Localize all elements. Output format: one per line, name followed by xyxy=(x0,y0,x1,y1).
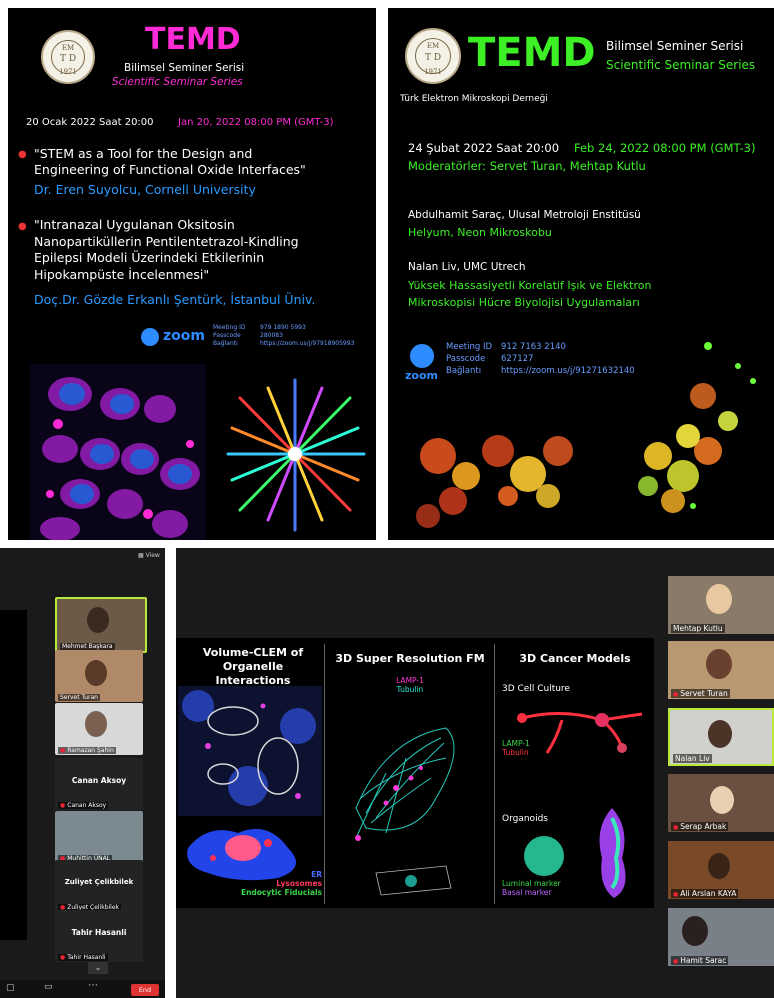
end-button[interactable]: End xyxy=(131,984,159,996)
avatar xyxy=(706,584,732,614)
talk-title: "Intranazal Uygulanan Oksitosin Nanopart… xyxy=(34,217,299,282)
cells-image xyxy=(416,342,756,528)
chevron-down-icon[interactable]: ⌄ xyxy=(88,962,108,974)
mic-muted-icon: ● xyxy=(673,824,679,831)
poster-series-en: Scientific Seminar Series xyxy=(606,58,756,72)
col2-legend: LAMP-1 Tubulin xyxy=(396,676,424,694)
talk-title: "STEM as a Tool for the Design and Engin… xyxy=(34,146,306,177)
participant-tile[interactable]: Zuliyet Çelikbilek ● Zuliyet Çelikbilek xyxy=(55,860,143,912)
avatar xyxy=(708,720,732,748)
temd-logo: EM T D 1971 xyxy=(405,28,461,84)
slide-divider xyxy=(324,644,325,904)
poster-date-tr: 20 Ocak 2022 Saat 20:00 xyxy=(26,117,154,128)
talk-1: Helyum, Neon Mikroskobu xyxy=(408,226,552,239)
share-screen-icon[interactable]: ▭ xyxy=(44,982,53,992)
talk-2: Yüksek Hassasiyetli Korelatif Işık ve El… xyxy=(408,279,652,309)
poster-brand: TEMD xyxy=(468,30,596,76)
avatar xyxy=(708,853,730,879)
mic-muted-icon: ● xyxy=(673,958,679,965)
bullet: ● xyxy=(18,221,27,232)
talk-speaker: Doç.Dr. Gözde Erkanlı Şentürk, İstanbul … xyxy=(34,292,316,307)
poster-series-en: Scientific Seminar Series xyxy=(112,76,243,88)
slide-divider xyxy=(494,644,495,904)
fullscreen-icon[interactable]: ▢ xyxy=(6,983,15,993)
participant-tile[interactable]: ● Serap Arbak xyxy=(668,774,774,832)
zoom-camera-icon xyxy=(141,328,159,346)
poster-date-en: Jan 20, 2022 08:00 PM (GMT-3) xyxy=(178,117,334,128)
col3-legend: LAMP-1 Tubulin xyxy=(502,739,530,757)
avatar xyxy=(710,786,734,814)
avatar xyxy=(706,649,732,679)
bullet: ● xyxy=(18,149,27,160)
shared-slide: Volume-CLEM of Organelle Interactions ER… xyxy=(176,638,654,908)
col2-title: 3D Super Resolution FM xyxy=(335,652,485,665)
col3-title: 3D Cancer Models xyxy=(519,652,631,665)
col3-subtitle-1: 3D Cell Culture xyxy=(502,684,570,694)
talk-speaker: Dr. Eren Suyolcu, Cornell University xyxy=(34,182,256,197)
clem-image xyxy=(178,686,322,816)
poster-series-tr: Bilimsel Seminer Serisi xyxy=(124,62,245,74)
mic-muted-icon: ● xyxy=(60,802,66,809)
poster-feb: EM T D 1971 TEMD Bilimsel Seminer Serisi… xyxy=(388,8,774,540)
participant-tile[interactable]: Canan Aksoy ● Canan Aksoy xyxy=(55,758,143,810)
mic-muted-icon: ● xyxy=(673,691,679,698)
participant-tile[interactable]: ● Ali Arslan KAYA xyxy=(668,841,774,899)
diffraction-image xyxy=(218,370,372,538)
participant-tile[interactable]: Mehmet Başkara xyxy=(55,597,147,653)
participant-tile[interactable]: Tahir Hasanli ● Tahir Hasanli xyxy=(55,910,143,962)
mic-muted-icon: ● xyxy=(673,891,679,898)
speaker-1: Abdulhamit Saraç, Ulusal Metroloji Ensti… xyxy=(408,209,641,221)
participant-tile[interactable]: Nalan Liv xyxy=(668,708,774,766)
mic-muted-icon: ● xyxy=(60,747,66,754)
cell-culture-image xyxy=(517,712,643,754)
temd-logo: EM T D 1971 xyxy=(41,30,95,84)
meeting-info: Meeting ID Passcode Bağlantı xyxy=(213,324,246,347)
col1-legend: ER Lysosomes Endocytic Fiducials xyxy=(240,870,322,897)
participant-tile[interactable]: ● Muhittin ÜNAL xyxy=(55,811,143,863)
nuclei-image xyxy=(30,364,206,540)
meeting-values: 979 1890 5993 280083 https://zoom.us/j/9… xyxy=(260,324,355,347)
avatar xyxy=(87,607,109,633)
speaker-2: Nalan Liv, UMC Utrech xyxy=(408,261,526,273)
col3-markers: Luminal marker Basal marker xyxy=(502,879,561,897)
mic-muted-icon: ● xyxy=(60,954,66,961)
moderators: Moderatörler: Servet Turan, Mehtap Kutlu xyxy=(408,159,646,173)
poster-date-en: Feb 24, 2022 08:00 PM (GMT-3) xyxy=(574,141,756,155)
view-button[interactable]: ▦ View xyxy=(138,552,160,559)
col1-title: Volume-CLEM of Organelle Interactions xyxy=(202,646,304,687)
more-icon[interactable]: ⋯ xyxy=(88,980,98,991)
participant-tile[interactable]: ● Hamit Sarac xyxy=(668,908,774,966)
avatar xyxy=(85,660,107,686)
avatar xyxy=(682,916,708,946)
zoom-logo: zoom xyxy=(163,328,205,344)
participant-tile[interactable]: ● Servet Turan xyxy=(668,641,774,699)
participant-tile[interactable]: Mehtap Kutlu xyxy=(668,576,774,634)
poster-series-tr: Bilimsel Seminer Serisi xyxy=(606,39,744,53)
poster-brand: TEMD xyxy=(145,22,241,57)
super-resolution-image xyxy=(355,727,455,896)
shared-screen xyxy=(0,610,27,940)
participant-tile[interactable]: Servet Turan xyxy=(55,650,143,702)
participant-tile[interactable]: ● Ramazan Şahin xyxy=(55,703,143,755)
poster-date-tr: 24 Şubat 2022 Saat 20:00 xyxy=(408,141,560,155)
poster-jan: EM T D 1971 TEMD Bilimsel Seminer Serisi… xyxy=(8,8,376,540)
society-name: Türk Elektron Mikroskopi Derneği xyxy=(400,94,548,104)
avatar xyxy=(85,711,107,737)
zoom-window-1: ▦ View Mehmet Başkara Servet Turan ● Rama… xyxy=(0,548,165,998)
